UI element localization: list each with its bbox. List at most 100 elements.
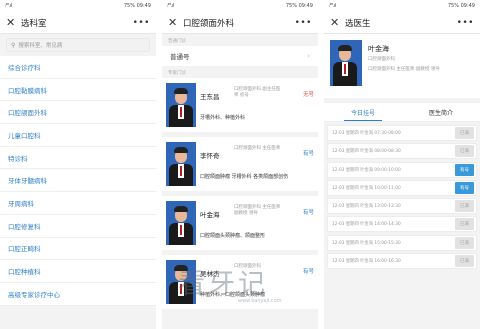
department-item[interactable]: 综合诊疗科 bbox=[0, 56, 156, 79]
search-input[interactable]: ⚲ 搜索科室、常见病 bbox=[6, 38, 150, 52]
status-bar: ᵢ⁴ᴳ.ıl 75% 09:49 bbox=[324, 0, 480, 12]
doctor-header: 叶金海 口腔颌面外科 口腔颌面外科 主任医师 副教授 领导 bbox=[324, 34, 480, 98]
department-doctors-screen: ᵢ⁴ᴳ.ıl 75% 09:49 ✕ 口腔颌面外科 ••• 普通门诊 普通号 ›… bbox=[162, 0, 318, 329]
doctor-info: 叶金海 口腔颌面外科 口腔颌面外科 主任医师 副教授 领导 bbox=[362, 40, 440, 92]
time-slot-text: 12-03 星期四 叶金海 08:00-08:30 bbox=[332, 149, 401, 155]
department-list-screen: ᵢ⁴ᴳ.ıl 75% 09:49 ✕ 选科室 ••• ⚲ 搜索科室、常见病 综合… bbox=[0, 0, 156, 329]
more-icon[interactable]: ••• bbox=[295, 18, 312, 28]
doctor-specialty: 口腔颌面肿瘤 牙槽外科 各类颌面部创伤 bbox=[200, 174, 289, 180]
time-slot-row: 12-03 星期四 叶金海 16:00-16:30 已满 bbox=[327, 253, 477, 270]
clock: 09:49 bbox=[136, 3, 151, 9]
time-slot-row: 12-03 星期四 叶金海 08:00-08:30 已满 bbox=[327, 143, 477, 160]
department-item[interactable]: 口腔种植科 bbox=[0, 260, 156, 283]
more-icon[interactable]: ••• bbox=[133, 18, 150, 28]
slot-full-button: 已满 bbox=[455, 218, 474, 231]
general-registration-row[interactable]: 普通号 › bbox=[162, 46, 318, 66]
close-icon[interactable]: ✕ bbox=[6, 16, 18, 29]
availability-badge: 有号 bbox=[302, 210, 314, 216]
signal-indicator: ᵢ⁴ᴳ.ıl bbox=[329, 3, 336, 9]
battery-time: 75% 09:49 bbox=[286, 3, 313, 9]
doctor-specialty: 口腔颌面头颈肿瘤、颌面整形 bbox=[200, 233, 266, 239]
department-item[interactable]: 牙周病科 bbox=[0, 192, 156, 215]
doctor-card[interactable]: 吴林杰 口腔颌面外科 种植外科、口腔颌面头颈肿瘤 有号 bbox=[162, 255, 318, 314]
department-item[interactable]: 口腔修复科 bbox=[0, 215, 156, 238]
close-icon[interactable]: ✕ bbox=[330, 16, 342, 29]
doctor-photo bbox=[330, 40, 362, 86]
slot-available-button[interactable]: 有号 bbox=[455, 163, 474, 176]
doctor-title: 口腔颌面外科 主任医师 副教授 领导 bbox=[234, 205, 281, 216]
slot-full-button: 已满 bbox=[455, 145, 474, 158]
time-slot-row: 12-03 星期四 叶金海 07:30-08:00 已满 bbox=[327, 125, 477, 141]
battery-level: 75% bbox=[123, 3, 135, 9]
signal-indicator: ᵢ⁴ᴳ.ıl bbox=[5, 3, 12, 9]
slot-full-button: 已满 bbox=[455, 236, 474, 249]
doctor-title: 口腔颌面外科 主任医师 副教授 领导 bbox=[368, 66, 440, 72]
doctor-card[interactable]: 叶金海 口腔颌面外科 主任医师 副教授 领导 口腔颌面头颈肿瘤、颌面整形 有号 bbox=[162, 196, 318, 255]
search-icon: ⚲ bbox=[11, 41, 16, 49]
availability-badge: 无号 bbox=[302, 92, 314, 98]
department-item[interactable]: 口腔颌面外科 bbox=[0, 101, 156, 125]
doctor-title: 口腔颌面外科 bbox=[234, 264, 261, 269]
chevron-right-icon: › bbox=[307, 52, 310, 60]
department-item[interactable]: 高级专家诊疗中心 bbox=[0, 283, 156, 306]
time-slot-text: 12-03 星期四 叶金海 14:00-14:30 bbox=[332, 222, 401, 228]
status-bar: ᵢ⁴ᴳ.ıl 75% 09:49 bbox=[0, 0, 156, 12]
search-placeholder: 搜索科室、常见病 bbox=[18, 43, 63, 49]
more-icon[interactable]: ••• bbox=[457, 18, 474, 28]
doctor-specialty: 种植外科、口腔颌面头颈肿瘤 bbox=[200, 292, 266, 298]
slot-full-button: 已满 bbox=[455, 200, 474, 213]
time-slot-text: 12-03 星期四 叶金海 09:00-10:00 bbox=[332, 167, 401, 173]
department-item[interactable]: 牙体牙髓病科 bbox=[0, 169, 156, 193]
doctor-photo bbox=[166, 260, 196, 304]
time-slot-row: 12-03 星期四 叶金海 09:00-10:00 有号 bbox=[327, 161, 477, 178]
doctor-specialty: 牙槽外科、种植外科 bbox=[200, 115, 246, 121]
availability-badge: 有号 bbox=[302, 151, 314, 157]
title-bar: ✕ 选科室 ••• bbox=[0, 12, 156, 34]
tab-bar: 今日挂号 医生简介 bbox=[324, 102, 480, 122]
slot-available-button[interactable]: 有号 bbox=[455, 181, 474, 194]
close-icon[interactable]: ✕ bbox=[168, 16, 180, 29]
doctor-title: 口腔颌面外科 副主任医师 初号 bbox=[234, 87, 281, 98]
doctor-info: 叶金海 口腔颌面外科 主任医师 副教授 领导 口腔颌面头颈肿瘤、颌面整形 bbox=[196, 199, 314, 247]
time-slot-row: 12-03 星期四 叶金海 14:00-14:30 已满 bbox=[327, 216, 477, 233]
tab-doctor-profile[interactable]: 医生简介 bbox=[402, 103, 480, 121]
page-title: 选科室 bbox=[21, 18, 47, 29]
page-title: 选医生 bbox=[345, 18, 371, 29]
doctor-schedule-screen: ᵢ⁴ᴳ.ıl 75% 09:49 ✕ 选医生 ••• 叶金海 口腔颌面外科 口腔… bbox=[324, 0, 480, 329]
doctor-info: 李怀奇 口腔颌面外科 主任医师 口腔颌面肿瘤 牙槽外科 各类颌面部创伤 bbox=[196, 140, 314, 188]
slot-full-button: 已满 bbox=[455, 255, 474, 268]
doctor-info: 王东昌 口腔颌面外科 副主任医师 初号 牙槽外科、种植外科 bbox=[196, 81, 314, 129]
doctor-card[interactable]: 王东昌 口腔颌面外科 副主任医师 初号 牙槽外科、种植外科 无号 bbox=[162, 78, 318, 137]
time-slot-text: 12-03 星期四 叶金海 13:00-13:30 bbox=[332, 204, 401, 210]
department-list: 综合诊疗科 口腔黏膜病科 口腔颌面外科 儿童口腔科 特诊科 牙体牙髓病科 牙周病… bbox=[0, 56, 156, 306]
availability-badge: 有号 bbox=[302, 269, 314, 275]
time-slot-text: 12-03 星期四 叶金海 10:00-11:00 bbox=[332, 185, 401, 191]
department-item[interactable]: 儿童口腔科 bbox=[0, 124, 156, 147]
department-item[interactable]: 口腔正畸科 bbox=[0, 238, 156, 261]
doctor-photo bbox=[166, 201, 196, 245]
clock: 09:49 bbox=[298, 3, 313, 9]
doctor-photo bbox=[166, 142, 196, 186]
status-bar: ᵢ⁴ᴳ.ıl 75% 09:49 bbox=[162, 0, 318, 12]
doctor-card[interactable]: 李怀奇 口腔颌面外科 主任医师 口腔颌面肿瘤 牙槽外科 各类颌面部创伤 有号 bbox=[162, 137, 318, 196]
battery-level: 75% bbox=[447, 3, 459, 9]
time-slot-text: 12-03 星期四 叶金海 15:00-15:30 bbox=[332, 240, 401, 246]
general-clinic-label: 普通门诊 bbox=[162, 34, 318, 46]
time-slot-list: 12-03 星期四 叶金海 07:30-08:00 已满 12-03 星期四 叶金… bbox=[324, 122, 480, 274]
time-slot-row: 12-03 星期四 叶金海 15:00-15:30 已满 bbox=[327, 234, 477, 251]
tab-today-registration[interactable]: 今日挂号 bbox=[324, 103, 402, 121]
title-bar: ✕ 口腔颌面外科 ••• bbox=[162, 12, 318, 34]
page-title: 口腔颌面外科 bbox=[183, 18, 235, 29]
doctor-name: 叶金海 bbox=[368, 45, 389, 53]
department-item[interactable]: 口腔黏膜病科 bbox=[0, 79, 156, 102]
slot-full-button: 已满 bbox=[455, 127, 474, 139]
signal-indicator: ᵢ⁴ᴳ.ıl bbox=[167, 3, 174, 9]
general-registration-label: 普通号 bbox=[170, 53, 190, 61]
department-item[interactable]: 特诊科 bbox=[0, 147, 156, 170]
doctor-info: 吴林杰 口腔颌面外科 种植外科、口腔颌面头颈肿瘤 bbox=[196, 258, 314, 306]
doctor-photo bbox=[166, 83, 196, 127]
clock: 09:49 bbox=[460, 3, 475, 9]
time-slot-row: 12-03 星期四 叶金海 13:00-13:30 已满 bbox=[327, 198, 477, 215]
battery-time: 75% 09:49 bbox=[124, 3, 151, 9]
battery-time: 75% 09:49 bbox=[448, 3, 475, 9]
